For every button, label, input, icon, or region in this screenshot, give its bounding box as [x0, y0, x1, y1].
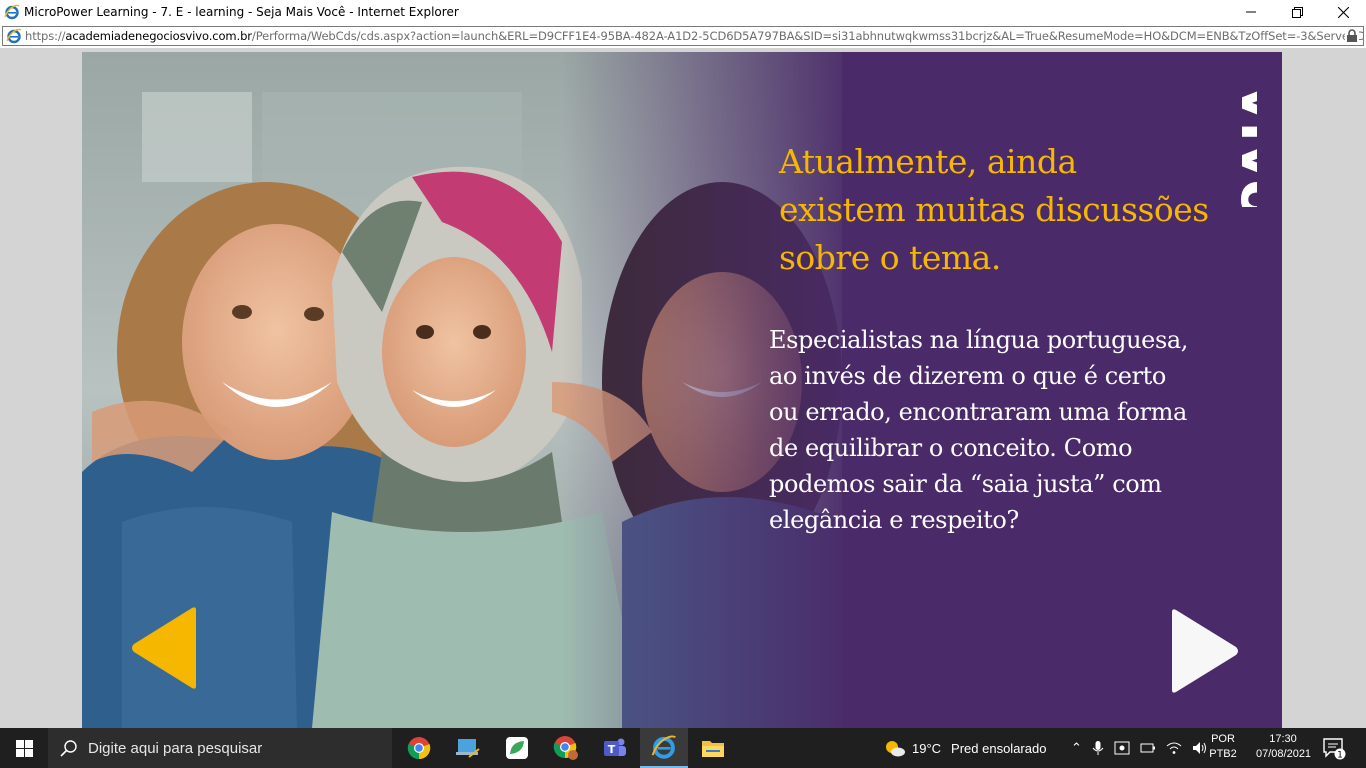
internet-explorer-icon — [4, 4, 20, 20]
svg-text:T: T — [608, 743, 616, 756]
windows-logo-icon — [15, 739, 33, 757]
green-leaf-icon — [506, 737, 528, 759]
battery-plug-icon[interactable] — [1140, 741, 1156, 755]
vivo-logo-text: vivo — [1228, 84, 1257, 207]
minimize-button[interactable] — [1228, 0, 1274, 24]
elearning-slide: Atualmente, ainda existem muitas discuss… — [82, 52, 1282, 728]
url-path: /Performa/WebCds/cds.aspx?action=launch&… — [251, 29, 1364, 43]
teams-icon: T — [604, 738, 626, 756]
weather-widget[interactable]: 19°C Pred ensolarado — [884, 728, 1046, 768]
chevron-up-icon[interactable]: ⌃ — [1071, 740, 1082, 756]
taskbar-search-box[interactable]: Digite aqui para pesquisar — [48, 728, 392, 768]
taskbar-clock[interactable]: 17:30 07/08/2021 — [1256, 732, 1312, 762]
weather-temperature: 19°C — [912, 740, 942, 756]
vivo-logo: vivo — [1228, 84, 1257, 207]
internet-explorer-icon — [651, 735, 676, 759]
browser-content: Atualmente, ainda existem muitas discuss… — [0, 48, 1366, 728]
search-placeholder: Digite aqui para pesquisar — [88, 739, 263, 757]
address-bar: https://academiadenegociosvivo.com.br/Pe… — [0, 24, 1366, 48]
taskbar-green-app[interactable] — [493, 728, 541, 768]
weather-description: Pred ensolarado — [951, 740, 1047, 756]
taskbar-file-share[interactable] — [444, 728, 492, 768]
taskbar-chrome-profile[interactable] — [542, 728, 590, 768]
url-field[interactable]: https://academiadenegociosvivo.com.br/Pe… — [2, 26, 1364, 46]
notification-count: 1 — [1337, 751, 1343, 761]
window-title: MicroPower Learning - 7. E - learning - … — [24, 5, 459, 19]
file-share-icon — [456, 739, 480, 758]
input-language[interactable]: POR PTB2 — [1208, 732, 1238, 762]
taskbar-chrome[interactable] — [395, 728, 443, 768]
microphone-icon[interactable] — [1092, 740, 1104, 756]
start-button[interactable] — [0, 728, 48, 768]
chrome-profile-icon — [553, 736, 578, 760]
taskbar-file-explorer[interactable] — [689, 728, 737, 768]
windows-taskbar: Digite aqui para pesquisar T 19°C Pred e… — [0, 728, 1366, 768]
clock-date: 07/08/2021 — [1256, 748, 1312, 760]
window-title-bar: MicroPower Learning - 7. E - learning - … — [0, 0, 1366, 24]
slide-heading: Atualmente, ainda existem muitas discuss… — [779, 142, 1209, 277]
screen-capture-icon[interactable] — [1114, 741, 1130, 755]
url-host: academiadenegociosvivo.com.br — [65, 29, 252, 43]
next-slide-button[interactable] — [1168, 608, 1240, 694]
close-icon — [1337, 6, 1349, 18]
clock-time: 17:30 — [1269, 733, 1297, 745]
wifi-icon[interactable] — [1166, 741, 1182, 755]
minimize-icon — [1246, 11, 1256, 13]
partly-sunny-icon — [886, 741, 905, 757]
language-code: POR — [1211, 733, 1235, 745]
keyboard-layout: PTB2 — [1209, 748, 1237, 760]
url-scheme: https:// — [25, 29, 66, 43]
previous-slide-button[interactable] — [130, 606, 200, 690]
notification-center-icon[interactable]: 1 — [1322, 736, 1346, 760]
chrome-icon — [407, 737, 431, 760]
search-icon — [60, 740, 77, 757]
system-tray: ⌃ — [1066, 728, 1213, 768]
volume-icon[interactable] — [1192, 741, 1208, 755]
file-explorer-icon — [702, 741, 724, 757]
taskbar-internet-explorer[interactable] — [640, 728, 688, 768]
taskbar-teams[interactable]: T — [591, 728, 639, 768]
lock-icon — [1345, 29, 1359, 43]
restore-icon — [1291, 6, 1303, 18]
restore-button[interactable] — [1274, 0, 1320, 24]
close-button[interactable] — [1320, 0, 1366, 24]
url-text: https://academiadenegociosvivo.com.br/Pe… — [25, 29, 1364, 43]
page-favicon-icon — [6, 28, 22, 44]
slide-body-text: Especialistas na língua portuguesa, ao i… — [769, 326, 1189, 534]
